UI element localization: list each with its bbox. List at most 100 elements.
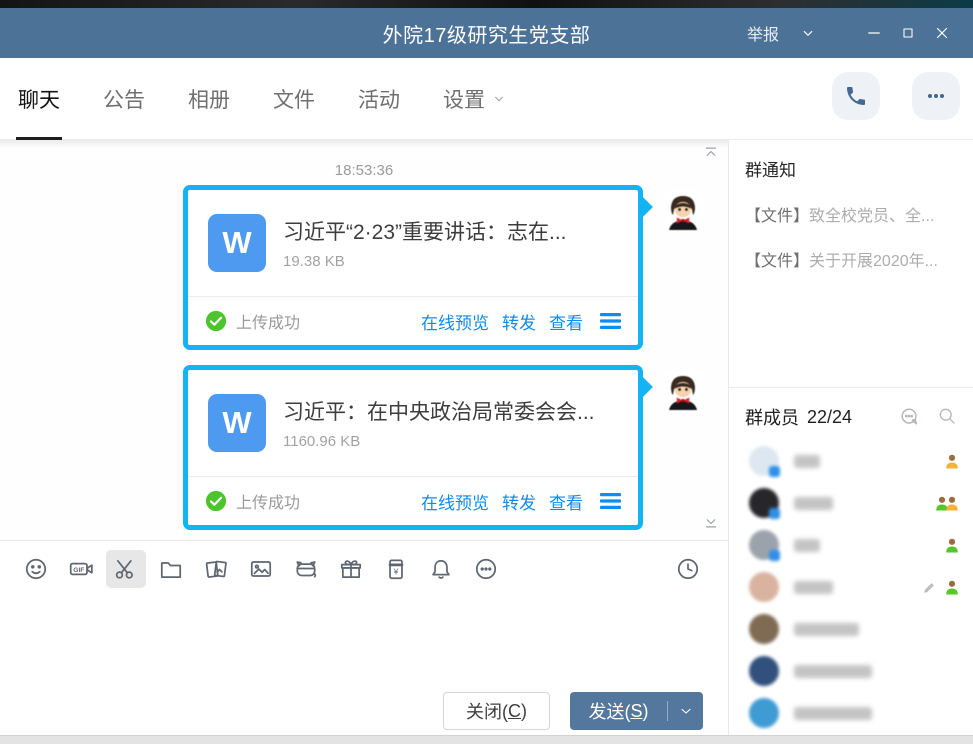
tab-设置[interactable]: 设置 [443,58,506,140]
avatar-badge [769,466,780,477]
scroll-to-top-icon[interactable] [702,144,720,167]
member-row[interactable] [729,650,973,692]
member-name-masked [794,455,820,468]
report-button[interactable]: 举报 [747,21,779,45]
call-button[interactable] [832,72,880,120]
file-action-查看[interactable]: 查看 [549,309,583,334]
tab-label: 文件 [273,84,315,114]
svg-text:¥: ¥ [393,566,399,576]
file-action-转发[interactable]: 转发 [502,489,536,514]
clock-history-icon[interactable] [668,550,708,588]
tab-文件[interactable]: 文件 [273,58,315,140]
file-name: 习近平“2·23”重要讲话：志在... [283,216,567,246]
status-yellow-icon [945,496,959,511]
search-icon[interactable] [937,406,957,428]
more-actions-button[interactable] [912,72,960,120]
hamburger-menu-icon[interactable] [600,492,621,510]
tab-活动[interactable]: 活动 [358,58,400,140]
notice-prefix: 【文件】 [745,253,809,270]
file-message-card[interactable]: W 习近平：在中央政治局常委会会... 1160.96 KB 上传成功 在线预览… [183,365,643,530]
tab-label: 公告 [103,84,145,114]
send-button-label[interactable]: 发送(S) [570,692,667,730]
message-timestamp: 18:53:36 [0,162,728,179]
member-row[interactable] [729,440,973,482]
group-notice-item[interactable]: 【文件】关于开展2020年... [745,247,957,271]
member-row[interactable] [729,608,973,650]
send-button[interactable]: 发送(S) [570,692,703,730]
sticker-icon[interactable] [286,550,326,588]
member-row[interactable] [729,482,973,524]
member-name-masked [794,707,872,720]
member-avatar [749,614,779,644]
member-avatar [749,446,779,476]
member-row[interactable] [729,566,973,608]
upload-status-text: 上传成功 [236,309,300,333]
group-members-title: 群成员 [745,404,799,430]
file-message-card[interactable]: W 习近平“2·23”重要讲话：志在... 19.38 KB 上传成功 在线预览… [183,185,643,350]
word-file-icon: W [208,394,266,452]
scroll-to-bottom-icon[interactable] [702,513,720,536]
message-history: 18:53:36 W 习近平“2·23”重要讲话：志在... 19.38 KB … [0,140,728,540]
success-check-icon [205,490,227,512]
close-chat-button[interactable]: 关闭(C) [443,692,550,730]
input-toolbar: GIF ¥ [0,540,728,596]
window-chevron-down-icon[interactable] [791,8,825,58]
member-avatar [749,530,779,560]
gif-icon[interactable]: GIF [61,550,101,588]
member-name-masked [794,539,820,552]
group-notice-panel: 群通知 【文件】致全校党员、全...【文件】关于开展2020年... [729,140,973,388]
file-action-查看[interactable]: 查看 [549,489,583,514]
member-avatar [749,488,779,518]
emoji-icon[interactable] [16,550,56,588]
upload-status-text: 上传成功 [236,489,300,513]
status-green-icon [945,580,959,595]
group-sidebar: 群通知 【文件】致全校党员、全...【文件】关于开展2020年... 群成员 2… [729,140,973,744]
minimize-icon[interactable] [857,8,891,58]
more-dots-icon [924,84,948,108]
status-green-icon [945,538,959,553]
title-bar: 外院17级研究生党支部 举报 [0,8,973,58]
member-row[interactable] [729,524,973,566]
send-chevron-down-icon [678,703,694,719]
tab-label: 聊天 [18,84,60,114]
member-name-masked [794,665,872,678]
group-members-header: 群成员 22/24 [729,388,973,440]
hamburger-menu-icon[interactable] [600,312,621,330]
multi-chat-icon[interactable] [899,406,921,428]
member-avatar [749,572,779,602]
more-circle-icon[interactable] [466,550,506,588]
file-size: 19.38 KB [283,253,567,270]
member-name-masked [794,497,833,510]
group-notice-item[interactable]: 【文件】致全校党员、全... [745,202,957,226]
word-file-icon: W [208,214,266,272]
member-name-masked [794,581,833,594]
tab-公告[interactable]: 公告 [103,58,145,140]
screenshot-icon[interactable] [106,550,146,588]
picture-icon[interactable] [241,550,281,588]
close-icon[interactable] [925,8,959,58]
image-stack-icon[interactable] [196,550,236,588]
avatar-badge [769,550,780,561]
avatar-badge [769,508,780,519]
tab-聊天[interactable]: 聊天 [18,58,60,140]
file-action-在线预览[interactable]: 在线预览 [421,489,489,514]
send-options-button[interactable] [668,692,703,730]
file-action-在线预览[interactable]: 在线预览 [421,309,489,334]
member-row[interactable] [729,692,973,734]
gift-icon[interactable] [331,550,371,588]
sender-avatar[interactable] [663,190,703,230]
svg-text:GIF: GIF [73,566,84,573]
file-action-转发[interactable]: 转发 [502,309,536,334]
red-packet-icon[interactable]: ¥ [376,550,416,588]
message-input[interactable] [0,596,728,678]
tab-label: 相册 [188,84,230,114]
bell-icon[interactable] [421,550,461,588]
file-name: 习近平：在中央政治局常委会会... [283,396,595,426]
group-chat-window: 外院17级研究生党支部 举报 聊天 公告 相册 文件 活动 设置 18:53:36 W [0,8,973,744]
tab-相册[interactable]: 相册 [188,58,230,140]
maximize-icon[interactable] [891,8,925,58]
folder-file-icon[interactable] [151,550,191,588]
tab-label: 设置 [443,84,485,114]
sender-avatar[interactable] [663,370,703,410]
notice-text: 致全校党员、全... [809,208,934,225]
